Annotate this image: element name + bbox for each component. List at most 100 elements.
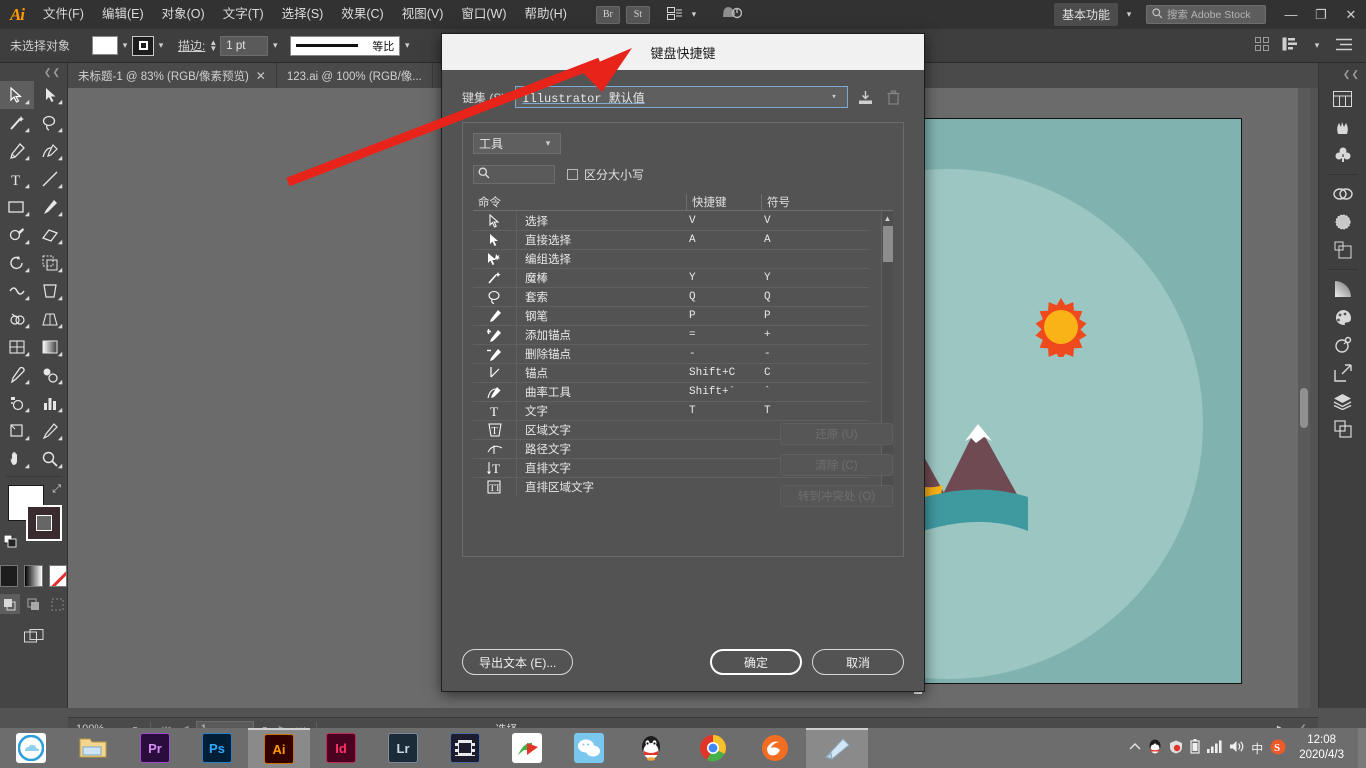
case-sensitive-checkbox[interactable]: 区分大小写	[567, 166, 644, 183]
chevron-down-icon[interactable]: ▾	[154, 40, 168, 51]
table-row[interactable]: 选择 V V	[473, 212, 869, 231]
column-graph-tool[interactable]	[34, 389, 68, 417]
stroke-width-stepper[interactable]: ▲▼	[209, 40, 217, 52]
table-row[interactable]: 编组选择	[473, 250, 869, 269]
panel-symbols-icon[interactable]	[1319, 141, 1366, 169]
taskbar-item-premiere[interactable]: Pr	[124, 728, 186, 768]
panel-color-icon[interactable]	[1319, 303, 1366, 331]
taskbar-item-wechat[interactable]	[558, 728, 620, 768]
shape-builder-tool[interactable]	[0, 305, 34, 333]
volume-icon[interactable]	[1229, 740, 1244, 756]
battery-icon[interactable]	[1190, 739, 1200, 757]
panel-transform-icon[interactable]	[1319, 236, 1366, 264]
taskbar-item-qq[interactable]	[620, 728, 682, 768]
table-row[interactable]: 删除锚点 - -	[473, 345, 869, 364]
menu-effect[interactable]: 效果(C)	[332, 0, 392, 29]
draw-inside-icon[interactable]	[47, 594, 67, 614]
table-row[interactable]: T 文字 T T	[473, 402, 869, 421]
selection-tool[interactable]	[0, 81, 34, 109]
draw-normal-icon[interactable]	[0, 594, 20, 614]
chevron-down-icon[interactable]: ▾	[268, 40, 282, 51]
panel-appearance-icon[interactable]	[1319, 331, 1366, 359]
artboard[interactable]	[922, 118, 1242, 684]
workspace-switcher[interactable]: 基本功能 ▾	[1054, 3, 1136, 26]
arrange-documents-button[interactable]: ▾	[664, 5, 704, 25]
chevron-down-icon[interactable]: ▾	[1310, 40, 1324, 51]
paintbrush-tool[interactable]	[34, 193, 68, 221]
menu-help[interactable]: 帮助(H)	[516, 0, 576, 29]
menu-file[interactable]: 文件(F)	[34, 0, 93, 29]
document-setup-icon[interactable]	[1282, 37, 1298, 54]
panel-image-trace-icon[interactable]	[1319, 208, 1366, 236]
taskbar-item-firefox[interactable]	[744, 728, 806, 768]
curvature-tool[interactable]	[34, 137, 68, 165]
table-row[interactable]: 锚点 Shift+C C	[473, 364, 869, 383]
chevron-down-icon[interactable]: ▾	[400, 40, 414, 51]
stroke-color-swatch[interactable]	[132, 36, 154, 56]
show-hidden-icon[interactable]	[1129, 741, 1141, 755]
document-tab-1[interactable]: 未标题-1 @ 83% (RGB/像素预览) ✕	[68, 63, 277, 88]
sogou-icon[interactable]: S	[1270, 739, 1286, 758]
zoom-tool[interactable]	[34, 445, 68, 473]
stroke-label[interactable]: 描边:	[178, 37, 205, 54]
stroke-width-input[interactable]: 1 pt	[220, 36, 268, 56]
goto-conflict-button[interactable]: 转到冲突处 (O)	[780, 485, 893, 507]
default-fill-stroke-icon[interactable]	[4, 535, 20, 551]
panel-brushes-icon[interactable]	[1319, 113, 1366, 141]
panel-menu-icon[interactable]	[1336, 38, 1352, 54]
rotate-tool[interactable]	[0, 249, 34, 277]
change-screen-mode-icon[interactable]	[22, 626, 46, 646]
search-input[interactable]	[473, 165, 555, 184]
panel-export-icon[interactable]	[1319, 359, 1366, 387]
table-row[interactable]: 钢笔 P P	[473, 307, 869, 326]
color-button[interactable]	[0, 565, 18, 587]
fill-color-swatch[interactable]	[92, 36, 118, 55]
pen-tool[interactable]	[0, 137, 34, 165]
close-button[interactable]: ✕	[1336, 0, 1366, 29]
category-select[interactable]: 工具 ▾	[473, 133, 561, 154]
table-row[interactable]: 直接选择 A A	[473, 231, 869, 250]
table-row[interactable]: 套索 Q Q	[473, 288, 869, 307]
document-tab-2[interactable]: 123.ai @ 100% (RGB/像...	[277, 63, 433, 88]
qq-tray-icon[interactable]	[1148, 739, 1162, 758]
canvas-vertical-scrollbar[interactable]	[1298, 88, 1310, 708]
taskbar-item-photoshop[interactable]: Ps	[186, 728, 248, 768]
blend-tool[interactable]	[34, 361, 68, 389]
table-row[interactable]: 魔棒 Y Y	[473, 269, 869, 288]
line-segment-tool[interactable]	[34, 165, 68, 193]
panel-properties-icon[interactable]	[1319, 85, 1366, 113]
taskbar-item-indesign[interactable]: Id	[310, 728, 372, 768]
clear-button[interactable]: 清除 (C)	[780, 454, 893, 476]
swap-fill-stroke-icon[interactable]: ⤢	[52, 483, 61, 496]
export-text-button[interactable]: 导出文本 (E)...	[462, 649, 573, 675]
trash-icon[interactable]	[882, 86, 904, 108]
taskbar-item-chrome[interactable]	[682, 728, 744, 768]
taskbar-item-illustrator[interactable]: Ai	[248, 728, 310, 768]
align-icon[interactable]	[1255, 37, 1270, 54]
clock[interactable]: 12:08 2020/4/3	[1293, 733, 1358, 763]
undo-button[interactable]: 还原 (U)	[780, 423, 893, 445]
eyedropper-tool[interactable]	[0, 361, 34, 389]
direct-selection-tool[interactable]	[34, 81, 68, 109]
panel-artboards-icon[interactable]	[1319, 415, 1366, 443]
key-set-select[interactable]: Illustrator 默认值 ▾	[515, 86, 848, 108]
width-tool[interactable]	[0, 277, 34, 305]
menu-view[interactable]: 视图(V)	[393, 0, 453, 29]
table-row[interactable]: 添加锚点 = +	[473, 326, 869, 345]
scrollbar-thumb[interactable]	[883, 226, 893, 262]
menu-type[interactable]: 文字(T)	[214, 0, 273, 29]
scroll-up-icon[interactable]: ▲	[882, 212, 893, 224]
stroke-swatch[interactable]	[26, 505, 62, 541]
lasso-tool[interactable]	[34, 109, 68, 137]
taskbar-item-cloud[interactable]	[0, 728, 62, 768]
save-icon[interactable]	[854, 86, 876, 108]
taskbar-item-notepad[interactable]	[806, 728, 868, 768]
dock-expand-handle[interactable]: ❮❮	[1319, 63, 1366, 85]
menu-select[interactable]: 选择(S)	[273, 0, 333, 29]
stock-search-input[interactable]: 搜索 Adobe Stock	[1146, 5, 1266, 24]
chevron-down-icon[interactable]: ▾	[118, 40, 132, 51]
artboard-tool[interactable]	[0, 417, 34, 445]
shaper-tool[interactable]	[0, 221, 34, 249]
perspective-grid-tool[interactable]	[34, 305, 68, 333]
type-tool[interactable]: T	[0, 165, 34, 193]
